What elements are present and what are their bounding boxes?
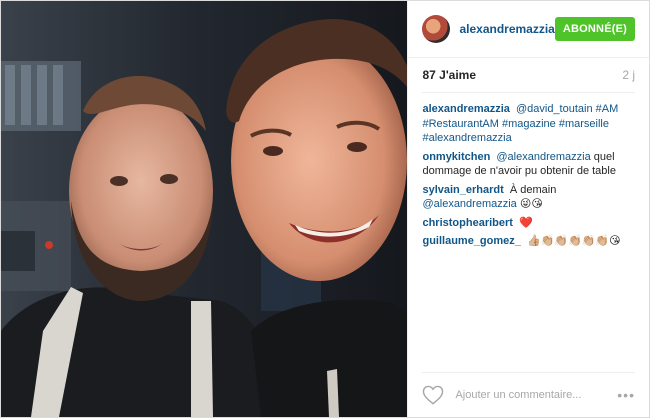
follow-button[interactable]: ABONNÉ(E) <box>554 17 635 41</box>
hashtag-restaurantam[interactable]: #RestaurantAM <box>422 118 498 130</box>
instagram-post: alexandremazzia ABONNÉ(E) 87 J'aime 2 j … <box>0 0 650 418</box>
heart-outline-icon[interactable] <box>422 385 444 405</box>
comment-mention[interactable]: @alexandremazzia <box>422 198 516 210</box>
post-sidebar: alexandremazzia ABONNÉ(E) 87 J'aime 2 j … <box>407 1 649 417</box>
selfie-photo <box>1 1 408 417</box>
hashtag-magazine[interactable]: #magazine <box>502 118 556 130</box>
comment-text: À demain <box>509 183 557 196</box>
comment-emoji: ❤️ <box>519 216 533 229</box>
post-photo[interactable] <box>1 1 408 417</box>
comment-author[interactable]: sylvain_erhardt <box>422 184 503 196</box>
caption-author[interactable]: alexandremazzia <box>422 103 509 115</box>
comment-emoji: 😜😘 <box>519 198 543 210</box>
hashtag-am[interactable]: #AM <box>596 103 619 115</box>
comment-emoji: 👍🏼👏🏼👏🏼👏🏼👏🏼👏🏼😘 <box>526 235 621 247</box>
comment-item: onmykitchen @alexandremazzia quel dommag… <box>422 150 635 179</box>
comment-input[interactable] <box>453 388 612 402</box>
comment-author[interactable]: christophearibert <box>422 217 512 229</box>
comment-author[interactable]: guillaume_gomez_ <box>422 235 520 247</box>
likes-count[interactable]: 87 J'aime <box>422 68 476 82</box>
comment-author[interactable]: onmykitchen <box>422 151 490 163</box>
hashtag-alexandremazzia[interactable]: #alexandremazzia <box>422 132 511 144</box>
comment-item: guillaume_gomez_ 👍🏼👏🏼👏🏼👏🏼👏🏼👏🏼😘 <box>422 234 635 249</box>
comment-mention[interactable]: @alexandremazzia <box>496 151 590 163</box>
comments-list: alexandremazzia @david_toutain #AM #Rest… <box>408 93 649 372</box>
header-username[interactable]: alexandremazzia <box>459 22 554 36</box>
post-header: alexandremazzia ABONNÉ(E) <box>408 1 649 58</box>
hashtag-marseille[interactable]: #marseille <box>559 118 609 130</box>
caption: alexandremazzia @david_toutain #AM #Rest… <box>422 102 635 146</box>
more-options-icon[interactable]: ••• <box>611 387 635 403</box>
post-stats: 87 J'aime 2 j <box>422 58 635 93</box>
comment-item: sylvain_erhardt À demain @alexandremazzi… <box>422 183 635 212</box>
avatar[interactable] <box>422 15 451 43</box>
comment-bar: ••• <box>422 372 635 417</box>
caption-mention[interactable]: @david_toutain <box>516 103 593 115</box>
comment-item: christophearibert ❤️ <box>422 216 635 231</box>
post-time[interactable]: 2 j <box>622 68 635 82</box>
